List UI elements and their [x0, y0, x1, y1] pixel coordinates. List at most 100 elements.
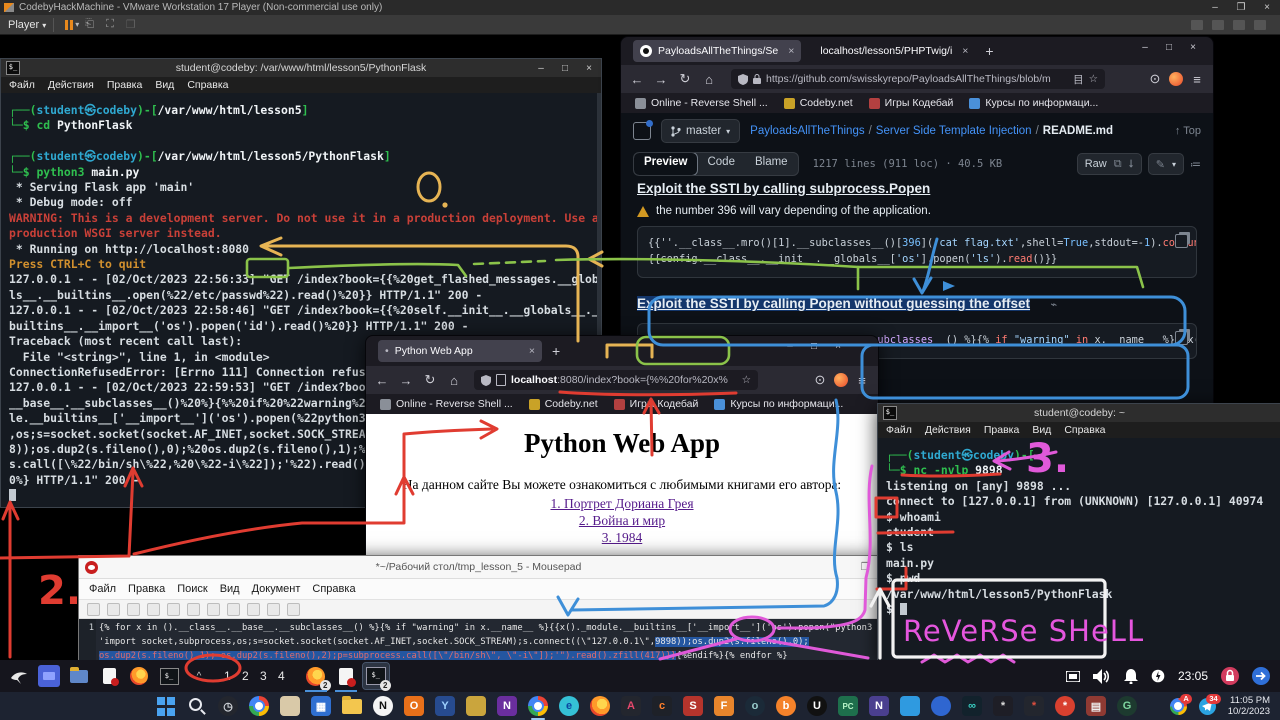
- account-avatar[interactable]: [1169, 72, 1183, 86]
- pocket-icon[interactable]: ⊙: [810, 372, 830, 388]
- book-link-2[interactable]: 2. Война и мир: [366, 513, 878, 529]
- maximize-button[interactable]: □: [802, 341, 826, 352]
- tab-preview[interactable]: Preview: [633, 152, 698, 176]
- url-bar[interactable]: https://github.com/swisskyrepo/PayloadsA…: [731, 69, 1105, 89]
- tab-close-icon[interactable]: ×: [529, 345, 535, 357]
- new-tab-button[interactable]: +: [552, 343, 560, 359]
- taskbar-icon-chrome[interactable]: [528, 696, 548, 716]
- logout-icon[interactable]: [1252, 667, 1270, 685]
- firefox-launcher[interactable]: [128, 665, 150, 687]
- menu-item-Справка[interactable]: Справка: [1064, 424, 1105, 436]
- back-icon[interactable]: ←: [372, 373, 392, 388]
- taskbar-icon-spider[interactable]: *: [993, 696, 1013, 716]
- taskbar-icon-f-app[interactable]: F: [714, 696, 734, 716]
- forward-icon[interactable]: →: [396, 373, 416, 388]
- chrome-tray-icon[interactable]: A: [1170, 698, 1187, 715]
- bookmark-item[interactable]: Курсы по информаци...: [969, 97, 1098, 109]
- breadcrumb-repo[interactable]: PayloadsAllTheThings: [750, 125, 864, 137]
- cut-icon[interactable]: [227, 603, 240, 616]
- tab-close-icon[interactable]: ×: [962, 45, 968, 57]
- maximize-button[interactable]: ❐: [1228, 2, 1254, 13]
- menu-icon[interactable]: ≡: [852, 373, 872, 388]
- player-menu[interactable]: Player ▾: [8, 19, 46, 31]
- menu-item-Поиск[interactable]: Поиск: [177, 583, 207, 595]
- telegram-tray-icon[interactable]: 34: [1199, 698, 1216, 715]
- menu-item-Вид[interactable]: Вид: [220, 583, 240, 595]
- workspace-switcher[interactable]: 1 2 3 4: [224, 669, 289, 683]
- taskbar-icon-pc-app[interactable]: PC: [838, 696, 858, 716]
- menu-item-Вид[interactable]: Вид: [155, 79, 174, 91]
- bookmark-item[interactable]: Online - Reverse Shell ...: [380, 398, 513, 410]
- home-icon[interactable]: ⌂: [699, 72, 719, 87]
- tab-payloadsallthethings[interactable]: PayloadsAllTheThings/Se ×: [633, 40, 801, 62]
- menu-item-Вид[interactable]: Вид: [1032, 424, 1051, 436]
- taskbar-icon-pen-app[interactable]: [280, 696, 300, 716]
- taskbar-firefox-running[interactable]: 2: [303, 663, 329, 689]
- close-icon[interactable]: [167, 603, 180, 616]
- windows-clock[interactable]: 11:05 PM 10/2/2023: [1228, 695, 1270, 717]
- copy-icon[interactable]: [1175, 331, 1188, 345]
- outline-icon[interactable]: ≔: [1190, 158, 1201, 171]
- paste-icon[interactable]: [267, 603, 280, 616]
- restore-button[interactable]: ❐: [861, 561, 878, 573]
- menu-icon[interactable]: ≡: [1187, 72, 1207, 87]
- kali-menu-button[interactable]: [8, 665, 30, 687]
- menu-item-Правка[interactable]: Правка: [984, 424, 1019, 436]
- new-tab-button[interactable]: +: [985, 43, 993, 59]
- download-icon[interactable]: ⭣: [1129, 158, 1134, 171]
- account-avatar[interactable]: [834, 373, 848, 387]
- taskbar-icon-n-purple[interactable]: N: [869, 696, 889, 716]
- menu-item-Правка[interactable]: Правка: [107, 79, 142, 91]
- menu-item-Справка[interactable]: Справка: [312, 583, 355, 595]
- taskbar-icon-gear-red-1[interactable]: *: [1024, 696, 1044, 716]
- redo-icon[interactable]: [207, 603, 220, 616]
- copy-icon[interactable]: ⧉: [1114, 158, 1122, 171]
- menu-item-Файл[interactable]: Файл: [9, 79, 35, 91]
- mousepad-window[interactable]: *~/Рабочий стол/tmp_lesson_5 - Mousepad …: [78, 555, 879, 662]
- volume-icon[interactable]: [1093, 669, 1111, 684]
- panel-expand-icon[interactable]: ^: [188, 665, 210, 687]
- open-file-icon[interactable]: [107, 603, 120, 616]
- link-icon[interactable]: ⌁: [1050, 299, 1057, 311]
- taskbar-icon-blender[interactable]: b: [776, 696, 796, 716]
- taskbar-icon-gear-red-2[interactable]: *: [1055, 696, 1075, 716]
- search-button[interactable]: [187, 696, 207, 716]
- undo-icon[interactable]: [187, 603, 200, 616]
- taskbar-icon-carrot[interactable]: c: [652, 696, 672, 716]
- taskbar-mousepad-running[interactable]: [333, 663, 359, 689]
- heading-subprocess-popen[interactable]: Exploit the SSTI by calling subprocess.P…: [637, 181, 1197, 196]
- maximize-button[interactable]: □: [1157, 42, 1181, 53]
- find-icon[interactable]: [287, 603, 300, 616]
- taskbar-icon-file-explorer[interactable]: [342, 696, 362, 716]
- taskbar-icon-clock-app[interactable]: ◷: [218, 696, 238, 716]
- power-manager-icon[interactable]: [1151, 669, 1165, 683]
- window-tray-icon[interactable]: [1066, 671, 1080, 682]
- minimize-button[interactable]: –: [1133, 42, 1157, 53]
- code-block-popen[interactable]: {{''.__class__.mro()[1].__subclasses__()…: [637, 226, 1197, 278]
- taskbar-icon-firefox[interactable]: [590, 696, 610, 716]
- tab-blame[interactable]: Blame: [745, 153, 798, 175]
- taskbar-icon-color-wheel[interactable]: [249, 696, 269, 716]
- edit-button[interactable]: ✎▾: [1148, 153, 1184, 175]
- home-icon[interactable]: ⌂: [444, 373, 464, 388]
- taskbar-icon-book-red[interactable]: ▤: [1086, 696, 1106, 716]
- menu-item-Справка[interactable]: Справка: [187, 79, 228, 91]
- taskbar-icon-maps-pin[interactable]: [931, 696, 951, 716]
- back-icon[interactable]: ←: [627, 72, 647, 87]
- bookmark-item[interactable]: Курсы по информаци...: [714, 398, 843, 410]
- book-link-1[interactable]: 1. Портрет Дориана Грея: [366, 496, 878, 512]
- minimize-button[interactable]: –: [778, 341, 802, 352]
- text-editor-button[interactable]: [98, 665, 120, 687]
- fullscreen-icon[interactable]: ⛶: [106, 18, 114, 31]
- bookmark-item[interactable]: Online - Reverse Shell ...: [635, 97, 768, 109]
- heading-popen-offset[interactable]: Exploit the SSTI by calling Popen withou…: [637, 296, 1030, 311]
- save-as-icon[interactable]: [147, 603, 160, 616]
- screen-lock-icon[interactable]: [1221, 667, 1239, 685]
- bookmark-item[interactable]: Codeby.net: [784, 97, 853, 109]
- mousepad-editor[interactable]: 1 {% for x in ().__class__.__base__.__su…: [79, 619, 878, 664]
- bookmark-star-icon[interactable]: ☆: [1089, 73, 1098, 85]
- taskbar-icon-onenote[interactable]: N: [497, 696, 517, 716]
- menu-item-Документ[interactable]: Документ: [252, 583, 301, 595]
- taskbar-icon-orange-o[interactable]: O: [404, 696, 424, 716]
- mousepad-titlebar[interactable]: *~/Рабочий стол/tmp_lesson_5 - Mousepad …: [79, 556, 878, 579]
